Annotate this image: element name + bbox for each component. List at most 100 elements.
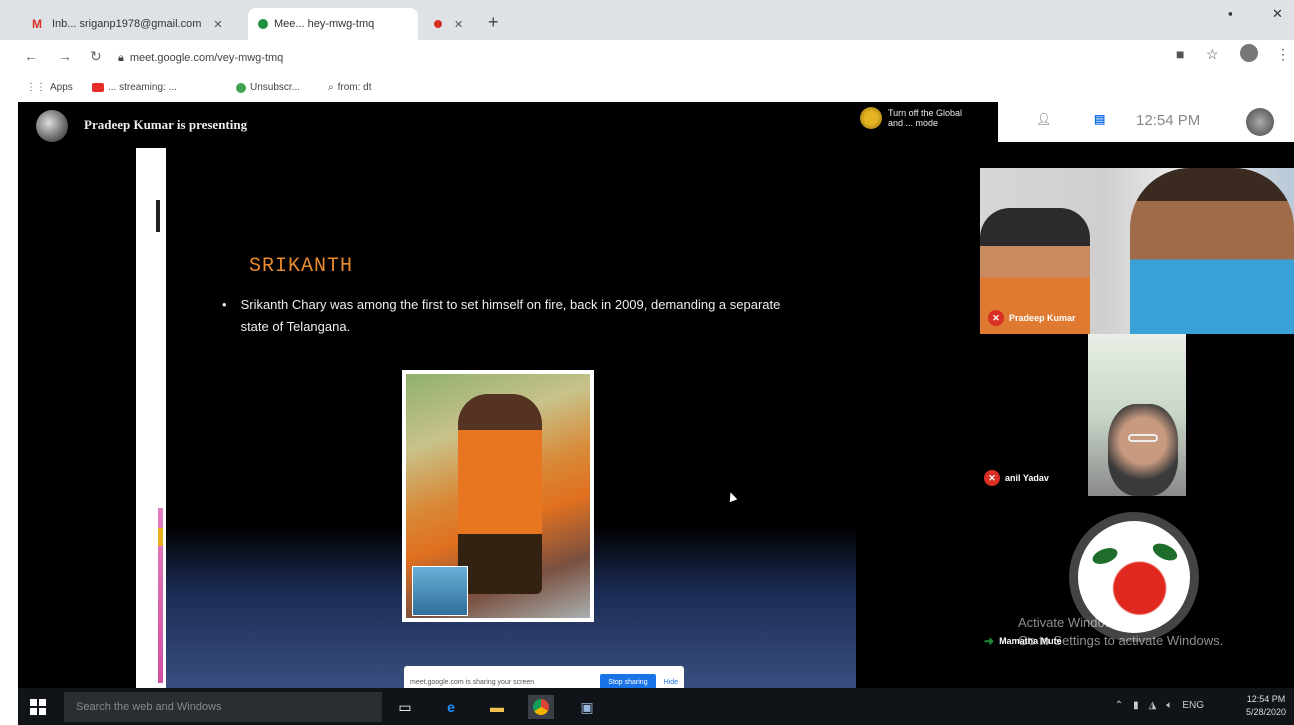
close-icon[interactable]: ✕ <box>213 18 222 31</box>
mic-off-icon: ✕ <box>984 470 1000 486</box>
address-bar[interactable]: 🔒︎ meet.google.com/vey-mwg-tmq <box>118 46 1158 70</box>
tab-label: Inb... sriganp1978@gmail.com <box>52 18 202 30</box>
screen: M Inb... sriganp1978@gmail.com ✕ Mee... … <box>0 0 1294 725</box>
bullet-text: Srikanth Chary was among the first to se… <box>240 297 781 334</box>
participant-name: Pradeep Kumar <box>1009 313 1076 323</box>
bookmark-label: Unsubscr... <box>250 82 301 93</box>
lock-icon: 🔒︎ <box>118 51 124 64</box>
file-explorer-icon[interactable]: ▬ <box>484 695 510 719</box>
tab-label: Mee... hey-mwg-tmq <box>274 18 375 30</box>
presenting-label: Pradeep Kumar is presenting <box>84 117 248 132</box>
star-icon[interactable]: ☆ <box>1206 46 1219 63</box>
new-tab-button[interactable]: + <box>488 12 499 33</box>
sun-icon <box>860 107 882 129</box>
minimize-icon[interactable]: ▪ <box>1228 6 1233 21</box>
slide: SRIKANTH • Srikanth Chary was among the … <box>166 148 856 698</box>
windows-start-icon[interactable] <box>30 699 46 715</box>
battery-icon[interactable]: ▮ <box>1133 700 1139 711</box>
menu-icon[interactable]: ⋮ <box>1276 46 1290 63</box>
bookmark-ext[interactable]: Unsubscr... <box>236 82 300 93</box>
bullet-icon: • <box>222 297 227 312</box>
tab-strip: M Inb... sriganp1978@gmail.com ✕ Mee... … <box>0 0 1294 40</box>
participant-name-tag: ✕ anil Yadav <box>984 470 1049 486</box>
scroll-thumb[interactable] <box>156 200 160 232</box>
gmail-icon: M <box>32 17 42 31</box>
reload-icon[interactable]: ↻ <box>90 48 102 65</box>
stop-presenting-control[interactable]: Turn off the Global and ... mode <box>860 107 968 129</box>
tab-meet[interactable]: Mee... hey-mwg-tmq <box>248 8 418 40</box>
watermark-line-1: Activate Windows <box>1018 615 1121 630</box>
bookmark-youtube[interactable]: ... streaming: ... <box>92 82 177 93</box>
chrome-icon[interactable] <box>528 695 554 719</box>
network-icon[interactable]: ◮ <box>1149 700 1157 711</box>
close-icon[interactable]: ✕ <box>454 18 463 31</box>
meet-stage: Pradeep Kumar is presenting Turn off the… <box>18 102 1294 698</box>
leaf-shape <box>1090 544 1120 568</box>
taskbar-date: 5/28/2020 <box>1245 707 1286 717</box>
photo-image <box>406 374 590 618</box>
bookmark-label: from: dt <box>337 82 372 93</box>
meet-icon <box>258 19 268 29</box>
glasses-detail <box>1128 434 1158 442</box>
participant-video <box>1130 168 1294 334</box>
search-placeholder: Search the web and Windows <box>76 701 222 713</box>
camera-icon[interactable]: ■ <box>1176 46 1184 62</box>
notepad-icon[interactable]: ▣ <box>574 695 600 719</box>
user-avatar[interactable] <box>1246 108 1274 136</box>
activate-windows-watermark: Activate Windows Go to Settings to activ… <box>1018 614 1223 650</box>
hide-button[interactable]: Hide <box>664 679 678 686</box>
tab-gmail[interactable]: M Inb... sriganp1978@gmail.com ✕ <box>22 8 248 40</box>
url-text: meet.google.com/vey-mwg-tmq <box>129 52 284 64</box>
watermark-line-2: Go to Settings to activate Windows. <box>1018 633 1224 648</box>
participant-video <box>1108 404 1178 496</box>
slide-title: SRIKANTH <box>249 255 354 278</box>
search-icon: ⌕ <box>328 82 334 93</box>
taskbar-clock[interactable]: 12:54 PM 5/28/2020 <box>1246 693 1286 719</box>
back-icon[interactable]: ← <box>24 48 38 64</box>
bookmark-apps[interactable]: ⋮⋮ Apps <box>26 82 73 93</box>
system-tray: ⌃ ▮ ◮ 🔈︎ ENG <box>1115 700 1204 711</box>
chevron-up-icon[interactable]: ⌃ <box>1115 700 1123 711</box>
leaf-shape <box>1150 540 1180 564</box>
task-view-icon[interactable]: ▭ <box>392 695 418 719</box>
participant-tile[interactable]: ✕ Pradeep Kumar <box>980 168 1294 334</box>
record-icon <box>434 20 442 28</box>
taskbar-search-input[interactable]: Search the web and Windows <box>64 692 382 722</box>
profile-avatar[interactable] <box>1240 44 1258 62</box>
share-banner-text: meet.google.com is sharing your screen <box>410 678 535 686</box>
speaking-icon: ➜ <box>984 634 995 648</box>
photo-inset-portrait <box>412 566 468 616</box>
presenter-avatar <box>36 110 68 142</box>
slide-photo <box>402 370 594 622</box>
close-window-icon[interactable]: ✕ <box>1272 6 1283 22</box>
progress-bar-marker <box>158 528 163 546</box>
slide-bullet: • Srikanth Chary was among the first to … <box>222 294 812 338</box>
taskbar-time: 12:54 PM <box>1246 694 1286 704</box>
forward-icon[interactable]: → <box>58 48 72 64</box>
chat-icon[interactable]: ▤ <box>1094 112 1105 126</box>
edge-icon[interactable]: e <box>438 695 464 719</box>
participant-name-tag: ✕ Pradeep Kumar <box>988 310 1076 326</box>
windows-taskbar: Search the web and Windows ▭ e ▬ ▣ ⌃ ▮ ◮… <box>18 688 1294 725</box>
presenting-bar: Pradeep Kumar is presenting Turn off the… <box>18 102 998 148</box>
people-icon[interactable]: 👤︎ <box>1036 112 1051 126</box>
apps-icon: ⋮⋮ <box>26 82 46 93</box>
bookmark-label: ... streaming: ... <box>108 82 177 93</box>
shared-screen: SRIKANTH • Srikanth Chary was among the … <box>136 148 856 698</box>
stop-presenting-label: Turn off the Global and ... mode <box>888 108 963 128</box>
tab-recording[interactable]: ✕ <box>424 8 484 40</box>
language-indicator[interactable]: ENG <box>1182 700 1204 711</box>
mic-off-icon: ✕ <box>988 310 1004 326</box>
meet-clock: 12:54 PM <box>1136 112 1201 129</box>
participant-name: anil Yadav <box>1005 473 1049 483</box>
slide-sidebar <box>136 148 166 688</box>
participant-tile[interactable] <box>1088 334 1186 496</box>
chrome-ext-icon <box>236 82 246 93</box>
bookmarks-bar: ⋮⋮ Apps ... streaming: ... Unsubscr... ⌕… <box>0 76 1294 102</box>
photo-person <box>458 394 542 594</box>
volume-icon[interactable]: 🔈︎ <box>1166 700 1172 711</box>
bookmark-search[interactable]: ⌕ from: dt <box>328 82 372 93</box>
youtube-icon <box>92 83 104 92</box>
bookmark-label: Apps <box>50 82 73 93</box>
meet-top-right: 👤︎ ▤ 12:54 PM <box>998 102 1294 142</box>
